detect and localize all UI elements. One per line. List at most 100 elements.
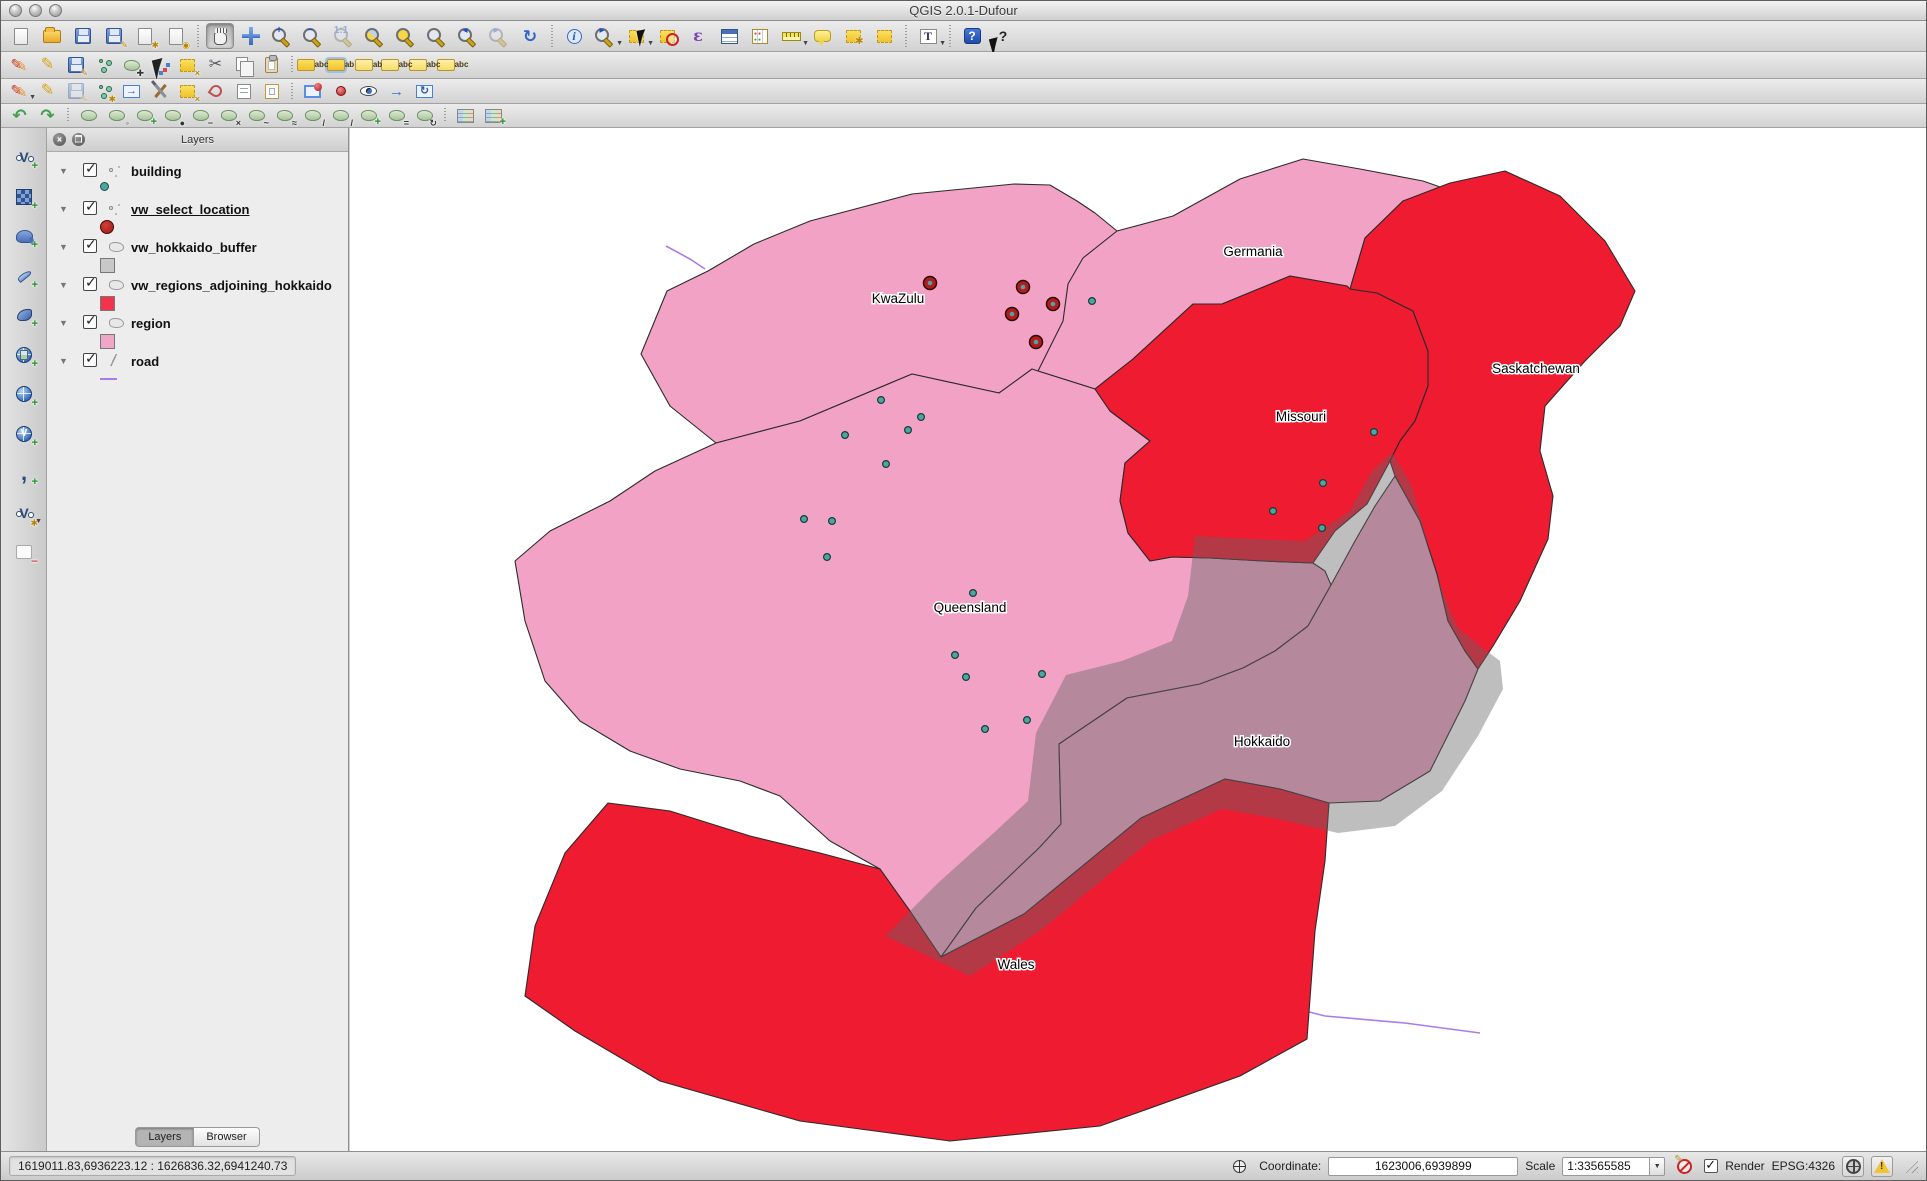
open-attribute-table-icon[interactable]	[715, 23, 743, 49]
edits-menu-icon[interactable]: ▼	[7, 80, 32, 103]
composer-manager-icon[interactable]: ◉	[162, 23, 190, 49]
measure-icon[interactable]: ▼	[777, 23, 805, 49]
add-wcs-layer-icon[interactable]: +	[10, 380, 38, 408]
delete-ring-icon[interactable]: −	[188, 104, 213, 127]
select-features-icon[interactable]: ▼	[622, 23, 650, 49]
delete-part-icon[interactable]: ×	[216, 104, 241, 127]
add-wms-layer-icon[interactable]: +	[10, 341, 38, 369]
text-annotation-icon[interactable]: T▼	[914, 23, 942, 49]
toggle-editing-secondary-icon[interactable]: ✎	[35, 80, 60, 103]
layer-row-road[interactable]: ▼ ✓ road	[47, 351, 348, 371]
layer-row-vw_hokkaido_buffer[interactable]: ▼ ✓ vw_hokkaido_buffer	[47, 237, 348, 257]
layer-name[interactable]: road	[131, 354, 159, 369]
full-histogram-stretch-icon[interactable]: +	[481, 104, 506, 127]
map-canvas[interactable]: KwaZulu Germania Saskatchewan Missouri Q…	[350, 128, 1926, 1151]
zoom-in-icon[interactable]: +	[268, 23, 296, 49]
zoom-to-selection-icon[interactable]	[392, 23, 420, 49]
zoom-last-icon[interactable]: ◂	[454, 23, 482, 49]
fill-ring-icon[interactable]: ●	[160, 104, 185, 127]
scale-dropdown-icon[interactable]: ▼	[1650, 1157, 1665, 1176]
new-bookmark-icon[interactable]	[839, 23, 867, 49]
layer-name[interactable]: building	[131, 164, 182, 179]
layer-name[interactable]: vw_select_location	[131, 202, 250, 217]
tab-browser[interactable]: Browser	[194, 1127, 259, 1147]
close-window-button[interactable]	[9, 4, 22, 17]
layer-row-vw_regions_adjoining_hokkaido[interactable]: ▼✓vw_regions_adjoining_hokkaido	[47, 275, 348, 295]
zoom-window-button[interactable]	[49, 4, 62, 17]
add-mssql-layer-icon[interactable]: +	[10, 301, 38, 329]
expand-triangle-icon[interactable]: ▼	[59, 356, 68, 366]
node-tool-icon[interactable]	[147, 54, 172, 77]
select-by-expression-icon[interactable]: ε	[684, 23, 712, 49]
simplify-feature-icon[interactable]	[76, 104, 101, 127]
reshape-features-icon[interactable]: ~	[244, 104, 269, 127]
selection-frame-icon[interactable]	[300, 80, 325, 103]
expand-triangle-icon[interactable]: ▼	[59, 166, 68, 176]
tab-layers[interactable]: Layers	[135, 1127, 194, 1147]
layer-visibility-checkbox[interactable]: ✓	[83, 277, 97, 291]
add-spatialite-layer-icon[interactable]: +	[10, 262, 38, 290]
zoom-full-extent-icon[interactable]	[361, 23, 389, 49]
add-raster-layer-icon[interactable]: +	[10, 183, 38, 211]
add-postgis-layer-icon[interactable]: +	[10, 222, 38, 250]
save-project-icon[interactable]	[69, 23, 97, 49]
paste-features-icon[interactable]	[259, 54, 284, 77]
action-forward-icon[interactable]: →	[119, 80, 144, 103]
float-panel-icon[interactable]: ❐	[72, 133, 85, 146]
delete-selected-icon[interactable]: ×	[175, 54, 200, 77]
layer-name[interactable]: vw_regions_adjoining_hokkaido	[131, 278, 332, 293]
forward-icon[interactable]: →	[384, 80, 409, 103]
visibility-icon[interactable]	[356, 80, 381, 103]
add-feature-icon[interactable]	[91, 54, 116, 77]
layer-visibility-checkbox[interactable]: ✓	[83, 239, 97, 253]
move-feature-icon[interactable]: ✚	[119, 54, 144, 77]
zoom-actual-size-icon[interactable]: 1:1	[330, 23, 358, 49]
add-part-icon[interactable]: +	[132, 104, 157, 127]
deselect-features-icon[interactable]	[653, 23, 681, 49]
pan-to-selection-icon[interactable]	[237, 23, 265, 49]
add-wfs-layer-icon[interactable]: V+	[10, 420, 38, 448]
local-histogram-stretch-icon[interactable]	[453, 104, 478, 127]
rotate-frame-icon[interactable]: ↻	[412, 80, 437, 103]
layer-row-vw_select_location[interactable]: ▼✓vw_select_location	[47, 199, 348, 219]
expand-triangle-icon[interactable]: ▼	[59, 242, 68, 252]
text-note-icon[interactable]	[231, 80, 256, 103]
scale-input[interactable]	[1562, 1157, 1650, 1176]
add-delimited-text-layer-icon[interactable]: ,+	[10, 459, 38, 487]
resize-grip[interactable]	[1904, 1159, 1918, 1173]
new-shapefile-layer-icon[interactable]: V✱▼	[10, 499, 38, 527]
run-feature-action-icon[interactable]: ▸▼	[591, 23, 619, 49]
render-checkbox[interactable]: ✓	[1704, 1159, 1718, 1173]
tools-icon[interactable]	[147, 80, 172, 103]
new-project-icon[interactable]	[7, 23, 35, 49]
pin-label-icon[interactable]: ab	[356, 54, 381, 77]
expand-triangle-icon[interactable]: ▼	[59, 318, 68, 328]
add-vector-layer-icon[interactable]: V+	[10, 143, 38, 171]
refresh-map-icon[interactable]: ↻	[516, 23, 544, 49]
save-project-as-icon[interactable]: ✎	[100, 23, 128, 49]
whats-this-icon[interactable]: ?	[989, 23, 1017, 49]
layer-name[interactable]: vw_hokkaido_buffer	[131, 240, 257, 255]
remove-layer-icon[interactable]: −	[10, 538, 38, 566]
digitize-with-star-icon[interactable]: ✱	[91, 80, 116, 103]
merge-features-icon[interactable]: +	[356, 104, 381, 127]
form-annotation-icon[interactable]	[259, 80, 284, 103]
toggle-editing-icon[interactable]: ✎	[35, 54, 60, 77]
layer-visibility-checkbox[interactable]: ✓	[83, 315, 97, 329]
attachment-icon[interactable]	[203, 80, 228, 103]
layer-visibility-checkbox[interactable]: ✓	[83, 353, 97, 367]
split-parts-icon[interactable]: /	[328, 104, 353, 127]
expand-triangle-icon[interactable]: ▼	[59, 204, 68, 214]
current-edits-icon[interactable]	[7, 54, 32, 77]
redo-icon[interactable]: ↷	[35, 104, 60, 127]
copy-features-icon[interactable]	[231, 54, 256, 77]
change-label-icon[interactable]: abc	[412, 54, 437, 77]
new-print-composer-icon[interactable]: ✱	[131, 23, 159, 49]
save-edits-secondary-icon[interactable]: ✎	[63, 80, 88, 103]
zoom-to-layer-icon[interactable]	[423, 23, 451, 49]
layer-row-building[interactable]: ▼✓building	[47, 161, 348, 181]
stop-rendering-icon[interactable]: ✎	[1672, 1155, 1697, 1178]
cut-features-icon[interactable]: ✂	[203, 54, 228, 77]
open-project-icon[interactable]	[38, 23, 66, 49]
rotate-point-symbols-icon[interactable]: ↻	[412, 104, 437, 127]
